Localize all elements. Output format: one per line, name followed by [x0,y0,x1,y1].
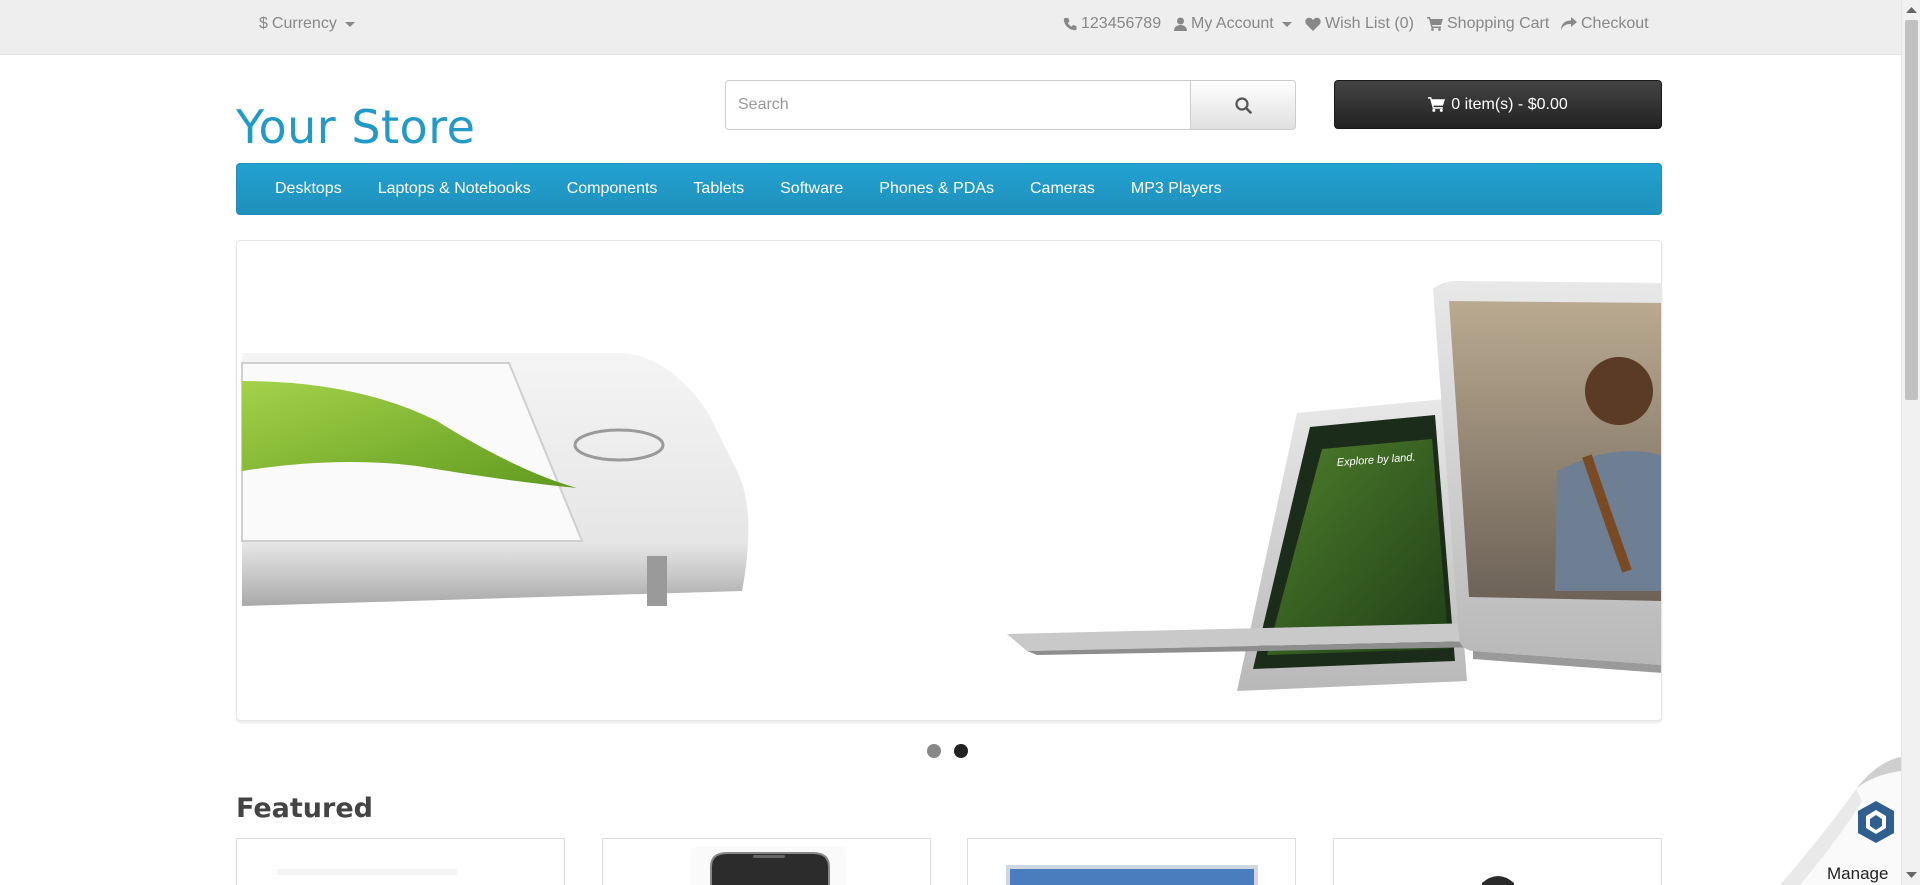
search-bar [725,80,1296,130]
menu-item-mp3-players[interactable]: MP3 Players [1113,180,1240,198]
menu-item-phones-pdas[interactable]: Phones & PDAs [861,180,1012,198]
phone-icon [1063,17,1077,31]
menu-item-tablets[interactable]: Tablets [675,180,762,198]
slide-dot-1[interactable] [927,744,941,758]
search-button[interactable] [1191,80,1296,130]
chevron-down-icon [1281,21,1292,27]
product-thumbnail [1482,876,1514,885]
cart-icon [1427,17,1443,31]
currency-label: Currency [271,15,337,32]
shopping-cart-link[interactable]: Shopping Cart [1427,15,1549,33]
cart-button[interactable]: 0 item(s) - $0.00 [1334,80,1662,129]
menu-item-cameras[interactable]: Cameras [1012,180,1113,198]
banner-image: Explore by land. [241,281,1661,691]
dollar-icon: $ [259,15,268,32]
chevron-down-icon [344,21,355,27]
manage-label[interactable]: Manage [1827,864,1888,884]
wishlist-label: Wish List (0) [1325,15,1414,32]
checkout-label: Checkout [1581,15,1649,32]
phone-band [647,556,667,606]
heart-icon [1305,17,1321,31]
checkout-link[interactable]: Checkout [1561,15,1649,33]
page-scrollbar[interactable] [1901,0,1920,885]
shopping-cart-label: Shopping Cart [1447,15,1550,32]
menu-item-components[interactable]: Components [549,180,676,198]
person-head [1585,357,1653,425]
cart-icon [1428,97,1446,112]
search-icon [1234,96,1252,114]
menu-item-laptops-notebooks[interactable]: Laptops & Notebooks [360,180,549,198]
product-card[interactable] [1333,838,1662,885]
scroll-up-icon[interactable] [1902,2,1920,18]
top-bar: $ Currency 123456789 My Account Wish Lis… [0,0,1901,55]
currency-dropdown[interactable]: $ Currency [259,15,355,33]
scroll-down-icon[interactable] [1902,867,1920,883]
category-menu: Desktops Laptops & Notebooks Components … [236,163,1662,215]
product-card[interactable] [236,838,565,885]
phone-link[interactable]: 123456789 [1063,15,1161,33]
featured-heading: Featured [236,793,373,824]
store-logo[interactable]: Your Store [236,100,475,154]
product-card[interactable] [967,838,1296,885]
slideshow-banner[interactable]: Explore by land. [236,240,1662,721]
menu-item-software[interactable]: Software [762,180,861,198]
my-account-label: My Account [1191,15,1274,32]
product-thumbnail [1006,865,1258,885]
slide-dot-2[interactable] [954,744,968,758]
menu-item-desktops[interactable]: Desktops [257,180,360,198]
share-icon [1561,17,1577,30]
user-icon [1174,17,1187,31]
wishlist-link[interactable]: Wish List (0) [1305,15,1414,33]
slideshow-pagination [927,744,968,758]
my-account-dropdown[interactable]: My Account [1174,15,1292,33]
cart-total: 0 item(s) - $0.00 [1451,95,1568,113]
product-card[interactable] [602,838,931,885]
phone-number: 123456789 [1081,15,1162,32]
scroll-thumb[interactable] [1905,20,1918,400]
product-thumbnail [691,847,847,885]
product-thumbnail [277,869,457,875]
search-input[interactable] [725,80,1191,130]
